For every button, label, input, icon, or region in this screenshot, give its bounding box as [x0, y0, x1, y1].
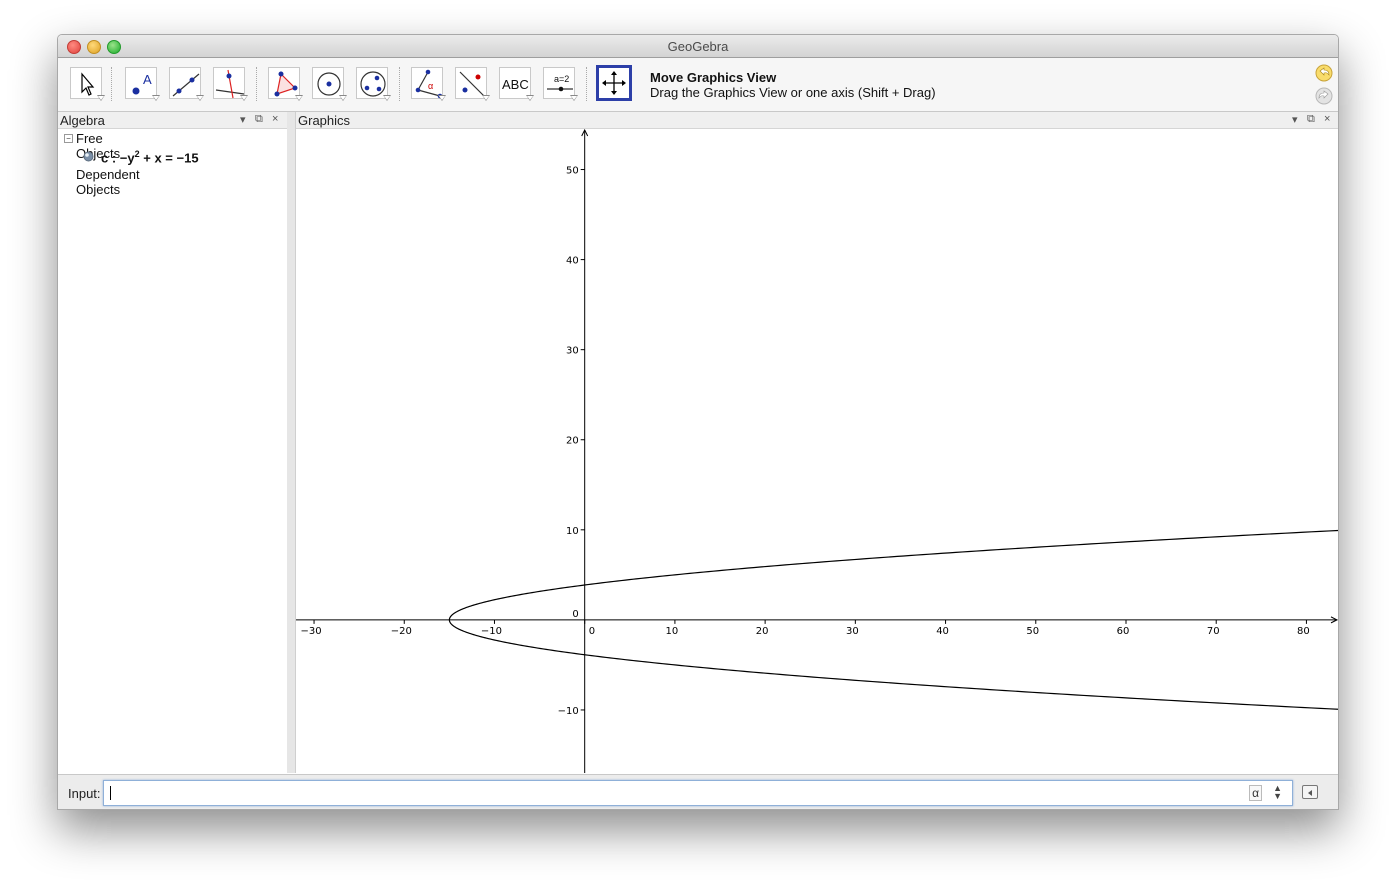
- input-field[interactable]: α ▲ ▼: [103, 780, 1293, 806]
- x-tick-label: 0: [589, 626, 595, 637]
- y-tick-label: 40: [566, 256, 579, 267]
- circle-tool-button[interactable]: [312, 67, 347, 101]
- move-arrows-icon: [602, 71, 626, 95]
- object-equation-prefix: −y: [119, 150, 135, 166]
- toolbar: A α ABC a=2 Move Graphics View Drag the …: [58, 58, 1338, 112]
- graphics-panel-title: Graphics: [298, 113, 351, 128]
- tool-help-title: Move Graphics View: [650, 70, 777, 85]
- x-tick-label: 10: [666, 626, 679, 637]
- move-tool-button[interactable]: [70, 67, 105, 101]
- ellipse-tool-button[interactable]: [356, 67, 391, 101]
- input-label: Input:: [68, 786, 101, 801]
- x-tick-label: 80: [1297, 626, 1310, 637]
- panel-splitter[interactable]: [287, 112, 296, 773]
- graphics-panel[interactable]: Graphics ▾ ⧉ × −30 −20 −10 0 10 20 30 40 50 60 70 8…: [296, 112, 1338, 773]
- x-tick-label: −20: [391, 626, 412, 637]
- svg-text:ABC: ABC: [502, 77, 529, 92]
- object-name: c :: [101, 150, 117, 166]
- tool-help-description: Drag the Graphics View or one axis (Shif…: [650, 85, 936, 100]
- object-exponent: 2: [134, 149, 140, 159]
- x-tick-label: 30: [846, 626, 859, 637]
- y-tick-label: −10: [558, 706, 579, 717]
- symbol-picker-button[interactable]: α: [1249, 785, 1262, 801]
- undo-icon[interactable]: [1314, 64, 1334, 82]
- line-tool-button[interactable]: [169, 67, 204, 101]
- y-tick-label: 0: [572, 609, 578, 620]
- svg-text:α: α: [428, 81, 433, 91]
- redo-icon[interactable]: [1314, 87, 1334, 105]
- window-title: GeoGebra: [667, 39, 729, 54]
- point-tool-button[interactable]: A: [125, 67, 160, 101]
- algebra-object-label: c : −y2 + x = −15: [101, 149, 199, 165]
- input-help-button[interactable]: [1302, 785, 1318, 799]
- x-tick-label: 50: [1026, 626, 1039, 637]
- slider-tool-button[interactable]: a=2: [543, 67, 578, 101]
- visibility-toggle-icon[interactable]: [83, 151, 94, 162]
- dependent-objects-label: Dependent Objects: [76, 167, 140, 197]
- close-panel-icon[interactable]: ×: [272, 113, 278, 125]
- graphics-panel-header: Graphics ▾ ⧉ ×: [296, 112, 1338, 129]
- move-graphics-view-tool-button[interactable]: [596, 65, 632, 101]
- title-bar: GeoGebra: [58, 35, 1338, 58]
- history-stepper-icon[interactable]: ▲ ▼: [1273, 784, 1282, 801]
- panel-menu-icon[interactable]: ▾: [240, 113, 246, 126]
- y-tick-label: 20: [566, 436, 579, 447]
- x-tick-label: −10: [481, 626, 502, 637]
- undock-icon[interactable]: ⧉: [255, 113, 263, 126]
- algebra-panel-title: Algebra: [60, 113, 105, 128]
- perpendicular-line-tool-button[interactable]: [213, 67, 248, 101]
- svg-text:a=2: a=2: [554, 74, 569, 84]
- x-tick-label: −30: [300, 626, 321, 637]
- y-tick-label: 50: [566, 166, 579, 177]
- svg-text:A: A: [143, 72, 152, 87]
- text-tool-button[interactable]: ABC: [499, 67, 534, 101]
- algebra-panel-header: Algebra ▾ ⧉ ×: [58, 112, 287, 129]
- close-panel-icon[interactable]: ×: [1324, 113, 1330, 125]
- x-tick-label: 60: [1117, 626, 1130, 637]
- y-tick-label: 10: [566, 526, 579, 537]
- triangle-left-icon: [1308, 790, 1312, 796]
- undock-icon[interactable]: ⧉: [1307, 113, 1315, 126]
- input-bar: Input: α ▲ ▼: [58, 774, 1338, 809]
- x-tick-label: 70: [1207, 626, 1220, 637]
- algebra-panel: Algebra ▾ ⧉ × − Free Objects c : −y2 + x…: [58, 112, 288, 773]
- panel-menu-icon[interactable]: ▾: [1292, 113, 1298, 126]
- y-tick-label: 30: [566, 346, 579, 357]
- angle-tool-button[interactable]: α: [411, 67, 446, 101]
- text-caret: [110, 786, 111, 800]
- x-tick-label: 40: [936, 626, 949, 637]
- object-equation-suffix: + x = −15: [143, 150, 199, 166]
- polygon-tool-button[interactable]: [268, 67, 303, 101]
- reflect-tool-button[interactable]: [455, 67, 490, 101]
- geogebra-window: GeoGebra A α ABC a=2 Move Graphics View …: [57, 34, 1339, 810]
- x-tick-label: 20: [756, 626, 769, 637]
- graphics-canvas[interactable]: −30 −20 −10 0 10 20 30 40 50 60 70 80 −10 0 10 20 30 40 50: [296, 129, 1338, 773]
- collapse-icon[interactable]: −: [64, 134, 73, 143]
